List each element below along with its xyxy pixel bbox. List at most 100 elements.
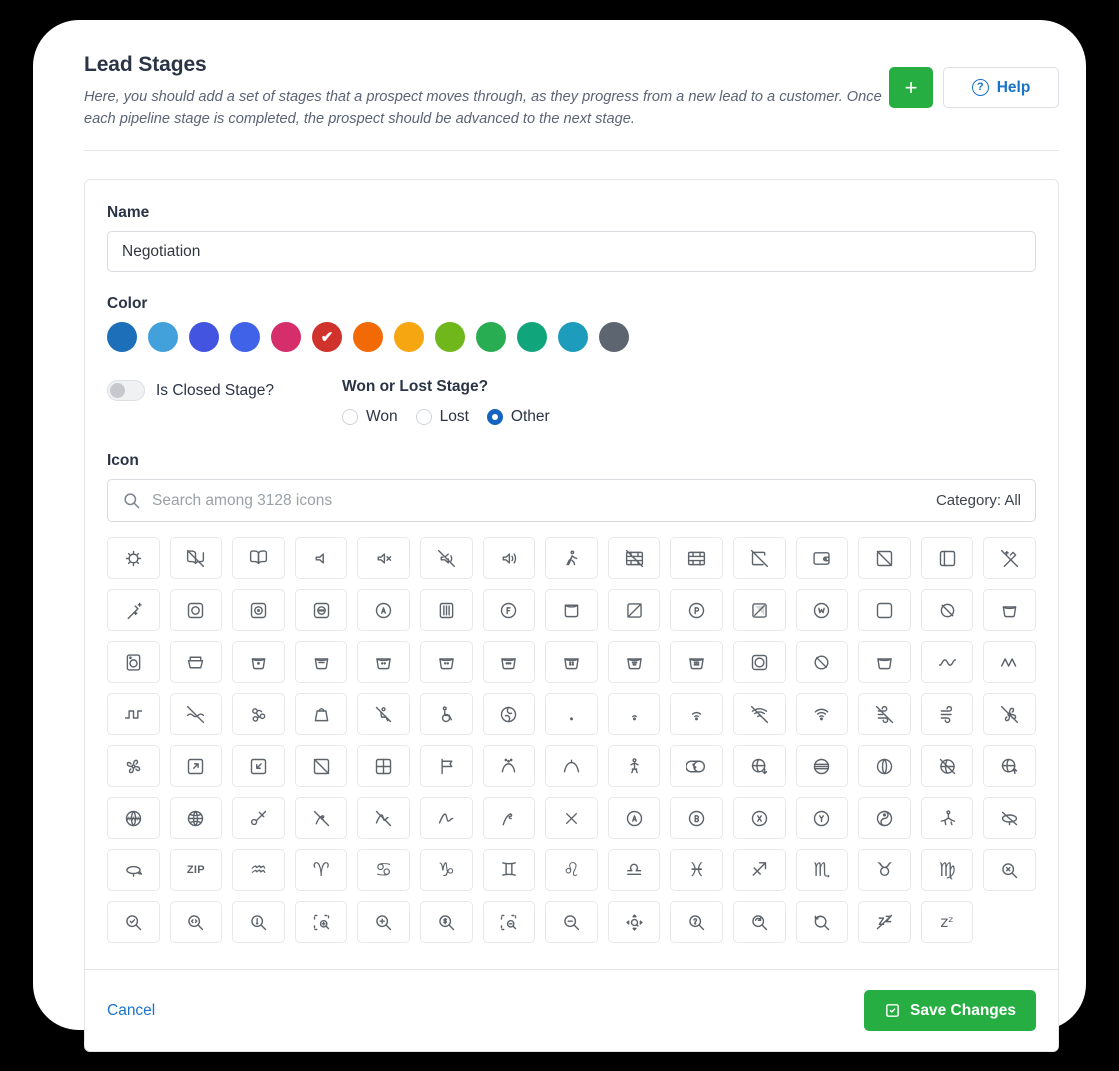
xbox-x-icon[interactable] — [732, 797, 786, 840]
xbox-a-icon[interactable] — [607, 797, 661, 840]
wash-dry-icon[interactable] — [169, 589, 223, 632]
color-swatch-11[interactable] — [558, 322, 588, 353]
wash-dry-a-icon[interactable] — [357, 589, 410, 632]
icon-search-input[interactable] — [152, 491, 936, 510]
wash-temp-1-icon[interactable] — [357, 641, 410, 684]
writing-sign-icon[interactable] — [419, 797, 473, 840]
wheelchair-off-icon[interactable] — [357, 693, 410, 736]
wind-off-icon[interactable] — [858, 693, 911, 736]
writing-sign-off-icon[interactable] — [357, 797, 410, 840]
wash-temp-icon[interactable] — [232, 641, 285, 684]
wash-plain-icon[interactable] — [858, 641, 911, 684]
is-closed-stage-toggle[interactable] — [107, 380, 145, 402]
zodiac-libra-icon[interactable]: ♎ — [607, 849, 661, 892]
wash-dry-1-icon[interactable] — [232, 589, 285, 632]
radio-won[interactable]: Won — [342, 408, 398, 426]
color-swatch-12[interactable] — [599, 322, 629, 353]
zoom-code-icon[interactable] — [169, 901, 223, 944]
wave-sine-icon[interactable] — [920, 641, 974, 684]
world-upload-icon[interactable] — [983, 745, 1036, 788]
zodiac-aquarius-icon[interactable]: ♒ — [232, 849, 285, 892]
wash-tumble-dry-icon[interactable] — [732, 641, 786, 684]
wash-press-icon[interactable] — [169, 641, 223, 684]
icon-category-label[interactable]: Category: All — [936, 492, 1021, 509]
world-longitude-icon[interactable] — [858, 745, 911, 788]
wallpaper-icon[interactable] — [920, 537, 974, 580]
windsock-icon[interactable] — [419, 745, 473, 788]
volume-x-icon[interactable] — [357, 537, 410, 580]
color-swatch-1[interactable] — [148, 322, 178, 353]
wash-dryclean-off-icon[interactable] — [920, 589, 974, 632]
zoom-cancel-icon[interactable] — [983, 849, 1036, 892]
woman-icon[interactable] — [607, 745, 661, 788]
weight-icon[interactable] — [294, 693, 348, 736]
zodiac-virgo-icon[interactable]: ♍ — [920, 849, 974, 892]
wall-off-icon[interactable] — [607, 537, 661, 580]
webhook-icon[interactable] — [232, 693, 285, 736]
wheelchair-icon[interactable] — [419, 693, 473, 736]
color-swatch-5[interactable]: ✔ — [312, 322, 342, 353]
color-swatch-0[interactable] — [107, 322, 137, 353]
wash-dry-shade-icon[interactable] — [732, 589, 786, 632]
color-swatch-4[interactable] — [271, 322, 301, 353]
wash-temp-6-icon[interactable] — [670, 641, 723, 684]
zoom-pan-icon[interactable] — [607, 901, 661, 944]
world-download-icon[interactable] — [732, 745, 786, 788]
zoom-exclamation-icon[interactable] — [232, 901, 285, 944]
yin-yang-icon[interactable] — [858, 797, 911, 840]
window-maximize-icon[interactable] — [169, 745, 223, 788]
wifi-icon[interactable] — [795, 693, 849, 736]
book-off-icon[interactable] — [169, 537, 223, 580]
window-minimize-icon[interactable] — [232, 745, 285, 788]
wrecking-ball-icon[interactable] — [232, 797, 285, 840]
window-off-icon[interactable] — [294, 745, 348, 788]
zodiac-leo-icon[interactable]: ♌ — [545, 849, 598, 892]
world-off-icon[interactable] — [920, 745, 974, 788]
zodiac-aries-icon[interactable]: ♈ — [294, 849, 348, 892]
zoom-replace-icon[interactable] — [732, 901, 786, 944]
wifi-off-icon[interactable] — [732, 693, 786, 736]
zzz-off-icon[interactable] — [858, 901, 911, 944]
volume-off-icon[interactable] — [419, 537, 473, 580]
zodiac-taurus-icon[interactable]: ♉ — [858, 849, 911, 892]
wifi-2-icon[interactable] — [670, 693, 723, 736]
book-open-icon[interactable] — [232, 537, 285, 580]
wash-dry-f-icon[interactable] — [482, 589, 536, 632]
color-swatch-10[interactable] — [517, 322, 547, 353]
wash-dry-dip-icon[interactable] — [419, 589, 473, 632]
wood-icon[interactable] — [670, 745, 723, 788]
wash-temp-2-icon[interactable] — [419, 641, 473, 684]
wifi-0-icon[interactable] — [545, 693, 598, 736]
world-www-icon[interactable]: WWW — [107, 797, 160, 840]
wallet-icon[interactable] — [795, 537, 849, 580]
virus-icon[interactable] — [107, 537, 160, 580]
wind-icon[interactable] — [920, 693, 974, 736]
name-input[interactable] — [107, 231, 1036, 273]
zodiac-capricorn-icon[interactable]: ♑ — [419, 849, 473, 892]
wave-sawtooth-icon[interactable] — [983, 641, 1036, 684]
color-swatch-8[interactable] — [435, 322, 465, 353]
windmill-icon[interactable] — [107, 745, 160, 788]
zeppelin-icon[interactable] — [107, 849, 160, 892]
color-swatch-6[interactable] — [353, 322, 383, 353]
zoom-reset-icon[interactable] — [795, 901, 849, 944]
add-stage-button[interactable]: + — [889, 67, 933, 108]
wifi-1-icon[interactable] — [607, 693, 661, 736]
cancel-button[interactable]: Cancel — [107, 1002, 155, 1020]
wash-gentle-icon[interactable] — [983, 589, 1036, 632]
wand-icon[interactable] — [107, 589, 160, 632]
color-swatch-9[interactable] — [476, 322, 506, 353]
radio-other[interactable]: Other — [486, 408, 550, 426]
volume-icon[interactable] — [294, 537, 348, 580]
zoom-out-icon[interactable] — [545, 901, 598, 944]
icon-search-bar[interactable]: Category: All — [107, 479, 1036, 523]
zodiac-sagittarius-icon[interactable]: ♐ — [732, 849, 786, 892]
window-icon[interactable] — [357, 745, 410, 788]
zeppelin-off-icon[interactable] — [983, 797, 1036, 840]
zoom-question-icon[interactable] — [670, 901, 723, 944]
color-swatch-7[interactable] — [394, 322, 424, 353]
zoom-check-icon[interactable] — [107, 901, 160, 944]
zoom-in-area-icon[interactable] — [294, 901, 348, 944]
wash-dry-off-icon[interactable] — [607, 589, 661, 632]
zoom-out-area-icon[interactable] — [482, 901, 536, 944]
